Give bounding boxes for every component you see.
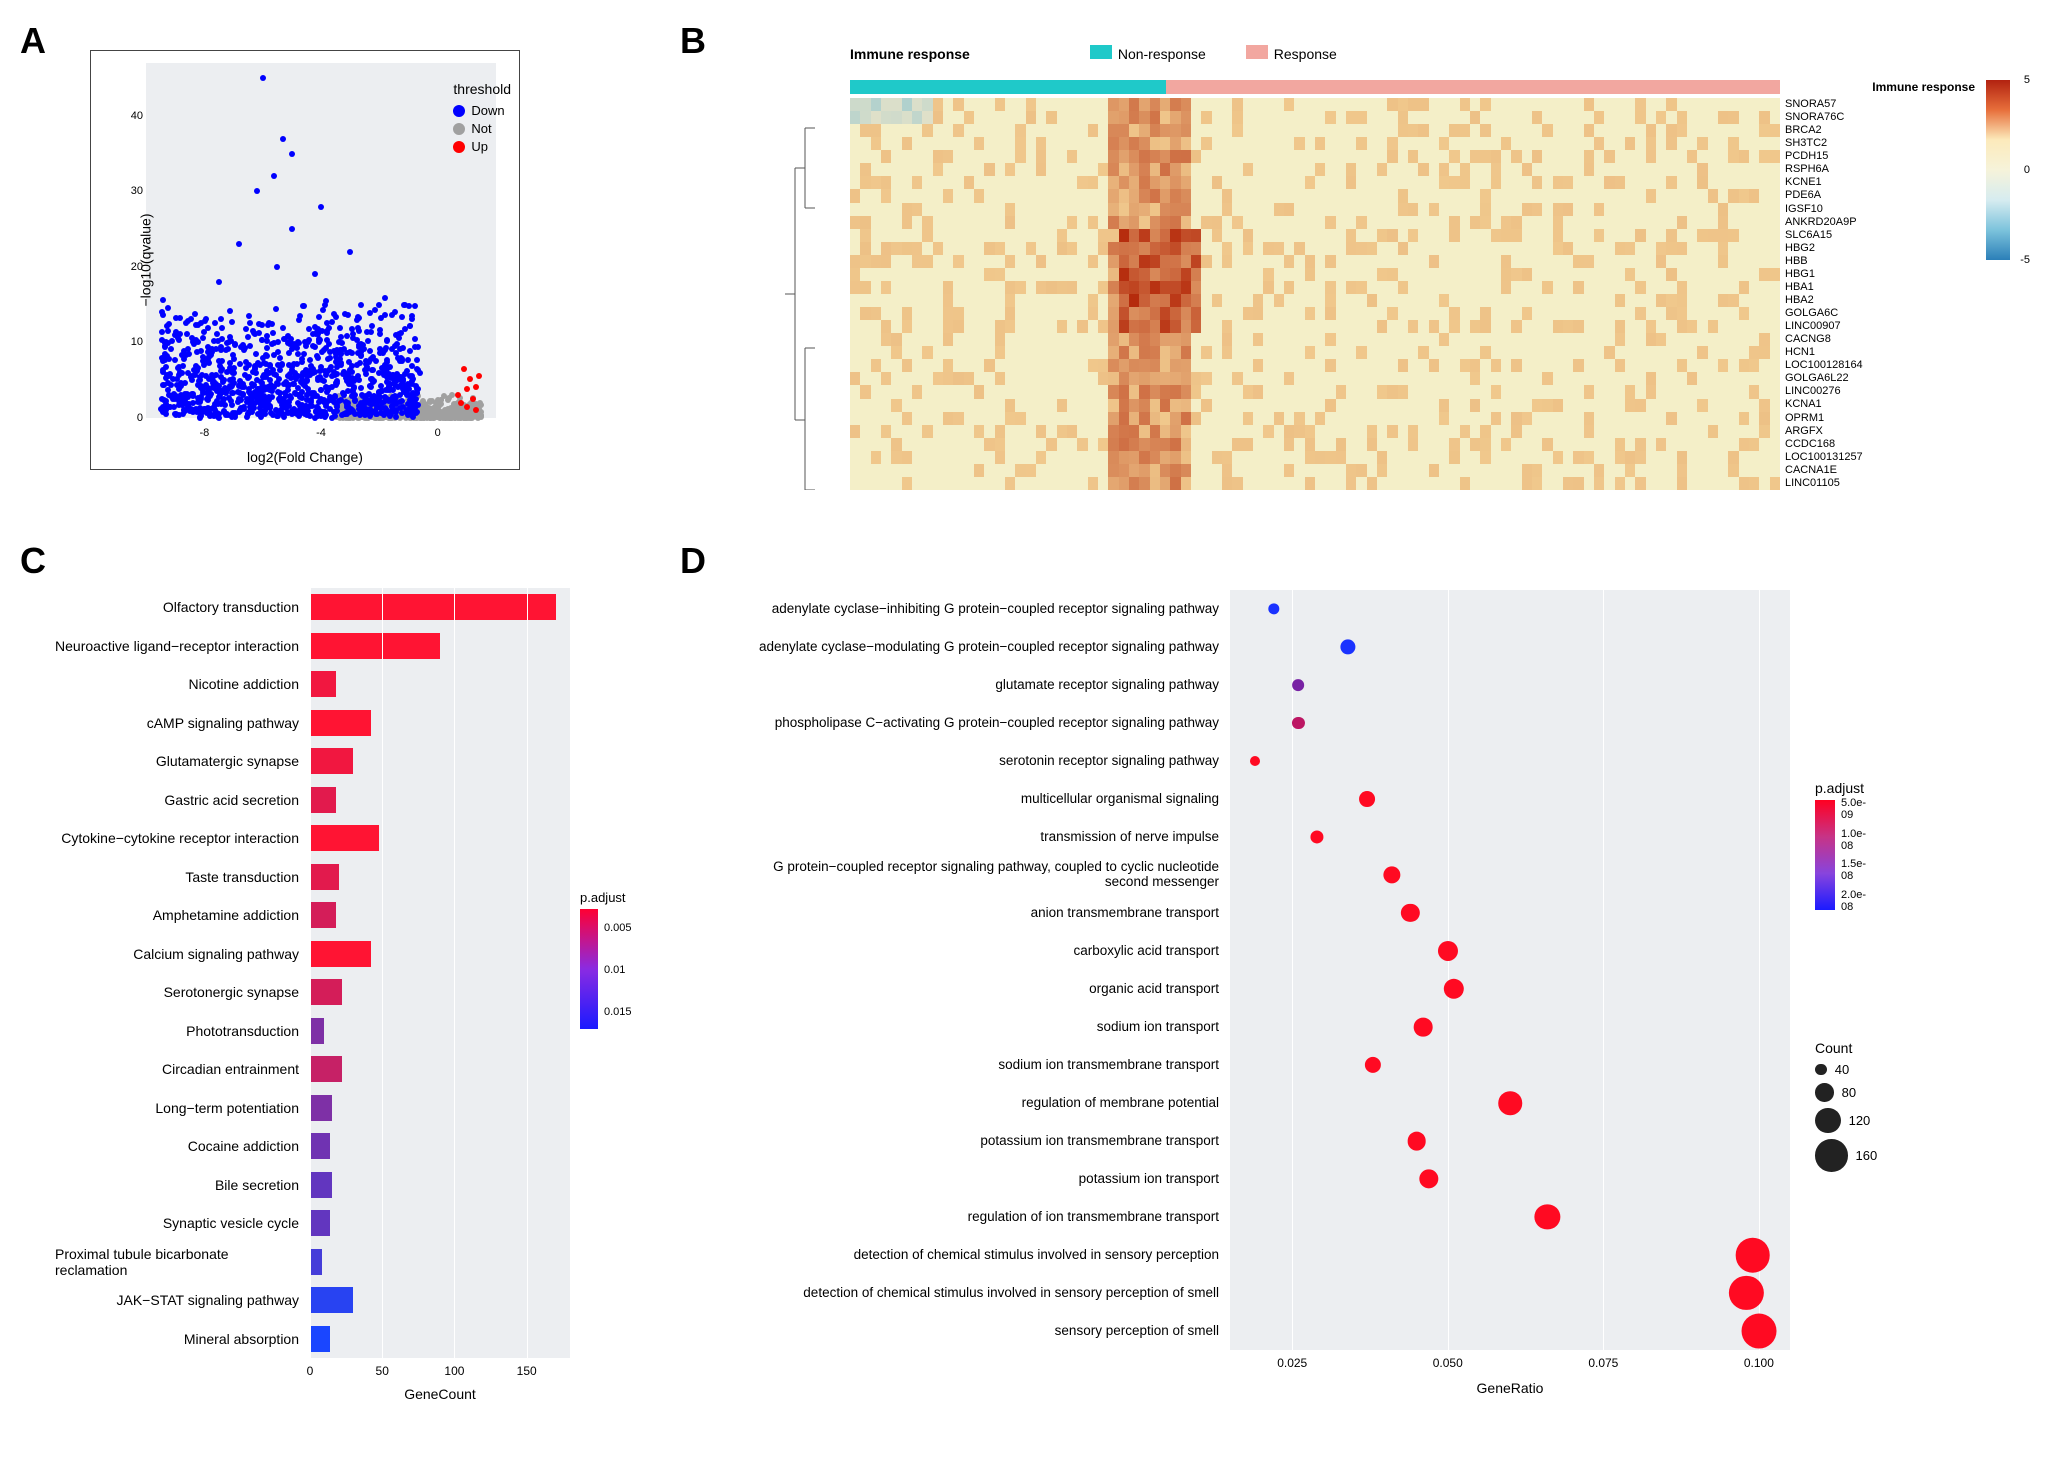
bar-legend-title: p.adjust: [580, 890, 670, 905]
heatmap-group-nonresponse: Non-response: [1090, 45, 1206, 62]
panel-d: D adenylate cyclase−inhibiting G protein…: [680, 540, 2050, 1440]
bar-plot-area: [310, 588, 570, 1358]
heatmap-row-labels: SNORA57SNORA76CBRCA2SH3TC2PCDH15RSPH6AKC…: [1785, 98, 1863, 490]
heatmap-colorbar: [1986, 80, 2010, 260]
panel-b: B Immune response Non-response Response …: [680, 20, 2050, 520]
dot-size-legend-title: Count: [1815, 1040, 1877, 1056]
bar-chart: Olfactory transductionNeuroactive ligand…: [55, 580, 635, 1410]
panel-c-label: C: [20, 540, 46, 582]
panel-c: C Olfactory transductionNeuroactive liga…: [20, 540, 660, 1440]
volcano-plot-area: [146, 63, 496, 418]
dot-size-legend: Count 4080120160: [1815, 1040, 1877, 1172]
heatmap-dendrogram: [780, 98, 845, 490]
dot-y-labels: adenylate cyclase−inhibiting G protein−c…: [730, 590, 1225, 1350]
bar-y-labels: Olfactory transductionNeuroactive ligand…: [55, 588, 305, 1358]
volcano-xlabel: log2(Fold Change): [91, 449, 519, 465]
bar-colorbar: [580, 909, 598, 1029]
bar-color-legend: p.adjust 0.005 0.01 0.015: [580, 890, 670, 1033]
panel-b-label: B: [680, 20, 706, 62]
heatmap: Immune response Non-response Response Im…: [730, 40, 2030, 500]
heatmap-body: [850, 98, 1780, 490]
heatmap-annot-right-label: Immune response: [1872, 80, 1975, 94]
heatmap-annot-bar: [850, 80, 1780, 94]
heatmap-colorbar-ticks: 5 0 -5: [2012, 80, 2030, 260]
dot-plot: adenylate cyclase−inhibiting G protein−c…: [730, 580, 2030, 1410]
panel-a: A −log10(qvalue) log2(Fold Change) -8-40…: [20, 20, 660, 520]
dot-colorbar-ticks: 5.0e-09 1.0e-08 1.5e-08 2.0e-08: [1841, 800, 1877, 910]
dot-colorbar: [1815, 800, 1835, 910]
dot-color-legend-title: p.adjust: [1815, 780, 1877, 796]
figure-grid: A −log10(qvalue) log2(Fold Change) -8-40…: [20, 20, 2030, 1440]
heatmap-annot-title: Immune response: [850, 46, 970, 62]
dot-plot-area: [1230, 590, 1790, 1350]
heatmap-top-legend: Immune response Non-response Response: [850, 45, 1337, 62]
bar-x-label: GeneCount: [310, 1386, 570, 1402]
volcano-legend: threshold DownNotUp: [453, 81, 511, 157]
dot-legends: p.adjust 5.0e-09 1.0e-08 1.5e-08 2.0e-08…: [1815, 780, 1877, 1178]
heatmap-group-response: Response: [1246, 45, 1337, 62]
volcano-plot-frame: −log10(qvalue) log2(Fold Change) -8-40 0…: [90, 50, 520, 470]
panel-a-label: A: [20, 20, 46, 62]
dot-x-label: GeneRatio: [1230, 1380, 1790, 1396]
volcano-legend-title: threshold: [453, 81, 511, 97]
panel-d-label: D: [680, 540, 706, 582]
